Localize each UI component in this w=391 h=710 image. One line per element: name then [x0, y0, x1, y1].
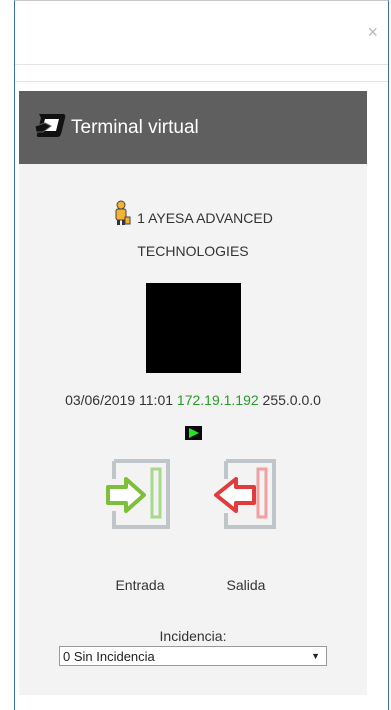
incidencia-select[interactable]: 0 Sin Incidencia ▼	[59, 646, 327, 666]
entrada-label[interactable]: Entrada	[110, 577, 170, 593]
panel-title: Terminal virtual	[71, 116, 199, 138]
datetime: 03/06/2019 11:01	[65, 392, 174, 408]
entrada-door-icon[interactable]	[106, 459, 174, 536]
terminal-panel: Terminal virtual 1 AYESA ADVANCED TECHNO…	[19, 91, 367, 695]
salida-door-icon[interactable]	[212, 459, 280, 536]
network-info: 03/06/2019 11:01 172.19.1.192 255.0.0.0	[19, 392, 367, 408]
user-name-line2: TECHNOLOGIES	[137, 243, 249, 259]
photo-placeholder	[145, 283, 241, 373]
salida-label[interactable]: Salida	[216, 577, 276, 593]
terminal-hand-icon	[33, 110, 67, 145]
close-icon[interactable]: ×	[367, 23, 378, 41]
incidencia-label: Incidencia:	[159, 628, 227, 644]
play-icon[interactable]	[184, 426, 202, 440]
chevron-down-icon: ▼	[311, 651, 320, 661]
netmask: 255.0.0.0	[262, 392, 321, 408]
incidencia-selected-value: 0 Sin Incidencia	[63, 648, 155, 664]
user-info: 1 AYESA ADVANCED TECHNOLOGIES	[19, 200, 367, 266]
user-name-line1: 1 AYESA ADVANCED	[137, 210, 273, 226]
user-icon	[113, 200, 131, 236]
divider	[15, 65, 388, 82]
door-labels: Entrada Salida	[19, 577, 367, 593]
door-actions	[19, 459, 367, 536]
modal-header: ×	[15, 1, 388, 65]
panel-header: Terminal virtual	[19, 91, 367, 164]
ip-address: 172.19.1.192	[176, 392, 259, 408]
